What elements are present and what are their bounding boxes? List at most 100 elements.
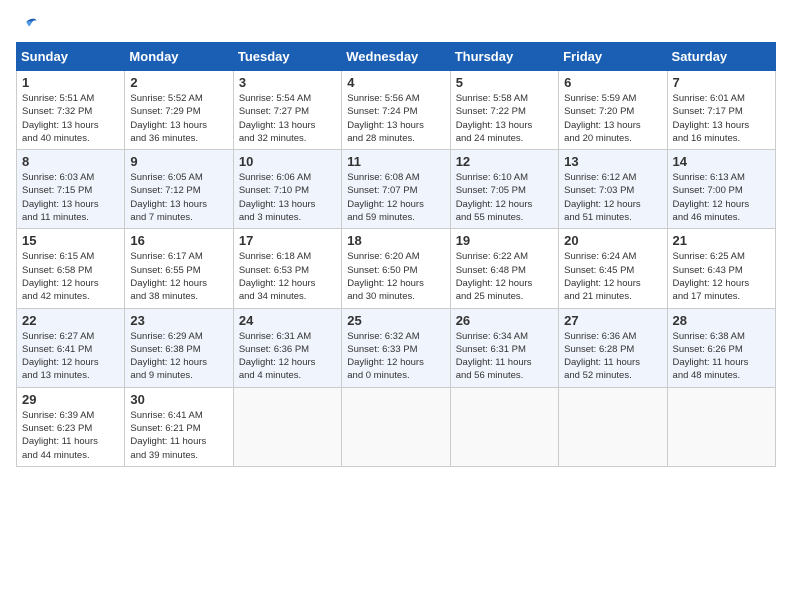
calendar-cell: [559, 387, 667, 466]
calendar-cell: 11 Sunrise: 6:08 AM Sunset: 7:07 PM Dayli…: [342, 150, 450, 229]
day-info: Sunrise: 6:31 AM Sunset: 6:36 PM Dayligh…: [239, 330, 336, 383]
day-info: Sunrise: 6:20 AM Sunset: 6:50 PM Dayligh…: [347, 250, 444, 303]
calendar-cell: 2 Sunrise: 5:52 AM Sunset: 7:29 PM Daylig…: [125, 71, 233, 150]
calendar-cell: 20 Sunrise: 6:24 AM Sunset: 6:45 PM Dayli…: [559, 229, 667, 308]
day-info: Sunrise: 5:56 AM Sunset: 7:24 PM Dayligh…: [347, 92, 444, 145]
day-info: Sunrise: 6:34 AM Sunset: 6:31 PM Dayligh…: [456, 330, 553, 383]
day-info: Sunrise: 5:58 AM Sunset: 7:22 PM Dayligh…: [456, 92, 553, 145]
day-number: 29: [22, 392, 119, 407]
day-number: 15: [22, 233, 119, 248]
day-number: 16: [130, 233, 227, 248]
day-number: 19: [456, 233, 553, 248]
calendar-cell: 15 Sunrise: 6:15 AM Sunset: 6:58 PM Dayli…: [17, 229, 125, 308]
calendar-cell: 26 Sunrise: 6:34 AM Sunset: 6:31 PM Dayli…: [450, 308, 558, 387]
day-header-saturday: Saturday: [667, 43, 775, 71]
day-info: Sunrise: 6:36 AM Sunset: 6:28 PM Dayligh…: [564, 330, 661, 383]
day-info: Sunrise: 6:22 AM Sunset: 6:48 PM Dayligh…: [456, 250, 553, 303]
day-info: Sunrise: 6:15 AM Sunset: 6:58 PM Dayligh…: [22, 250, 119, 303]
calendar-cell: 19 Sunrise: 6:22 AM Sunset: 6:48 PM Dayli…: [450, 229, 558, 308]
day-number: 17: [239, 233, 336, 248]
day-info: Sunrise: 6:24 AM Sunset: 6:45 PM Dayligh…: [564, 250, 661, 303]
calendar-cell: 7 Sunrise: 6:01 AM Sunset: 7:17 PM Daylig…: [667, 71, 775, 150]
day-number: 26: [456, 313, 553, 328]
page-header: [16, 16, 776, 34]
day-number: 11: [347, 154, 444, 169]
day-number: 4: [347, 75, 444, 90]
day-number: 10: [239, 154, 336, 169]
day-header-tuesday: Tuesday: [233, 43, 341, 71]
logo-bird-icon: [16, 16, 38, 34]
calendar-cell: 24 Sunrise: 6:31 AM Sunset: 6:36 PM Dayli…: [233, 308, 341, 387]
day-info: Sunrise: 6:18 AM Sunset: 6:53 PM Dayligh…: [239, 250, 336, 303]
calendar-cell: 3 Sunrise: 5:54 AM Sunset: 7:27 PM Daylig…: [233, 71, 341, 150]
day-header-sunday: Sunday: [17, 43, 125, 71]
calendar-cell: [342, 387, 450, 466]
day-info: Sunrise: 6:25 AM Sunset: 6:43 PM Dayligh…: [673, 250, 770, 303]
calendar-cell: 4 Sunrise: 5:56 AM Sunset: 7:24 PM Daylig…: [342, 71, 450, 150]
calendar-table: SundayMondayTuesdayWednesdayThursdayFrid…: [16, 42, 776, 467]
day-number: 3: [239, 75, 336, 90]
day-number: 9: [130, 154, 227, 169]
day-number: 6: [564, 75, 661, 90]
calendar-cell: 17 Sunrise: 6:18 AM Sunset: 6:53 PM Dayli…: [233, 229, 341, 308]
day-header-monday: Monday: [125, 43, 233, 71]
day-info: Sunrise: 6:06 AM Sunset: 7:10 PM Dayligh…: [239, 171, 336, 224]
calendar-cell: 18Sunrise: 6:20 AM Sunset: 6:50 PM Dayli…: [342, 229, 450, 308]
day-info: Sunrise: 6:38 AM Sunset: 6:26 PM Dayligh…: [673, 330, 770, 383]
day-number: 21: [673, 233, 770, 248]
calendar-cell: 23 Sunrise: 6:29 AM Sunset: 6:38 PM Dayli…: [125, 308, 233, 387]
day-info: Sunrise: 6:01 AM Sunset: 7:17 PM Dayligh…: [673, 92, 770, 145]
calendar-cell: 8 Sunrise: 6:03 AM Sunset: 7:15 PM Daylig…: [17, 150, 125, 229]
day-info: Sunrise: 6:13 AM Sunset: 7:00 PM Dayligh…: [673, 171, 770, 224]
day-number: 25: [347, 313, 444, 328]
day-info: Sunrise: 6:17 AM Sunset: 6:55 PM Dayligh…: [130, 250, 227, 303]
day-info: Sunrise: 6:03 AM Sunset: 7:15 PM Dayligh…: [22, 171, 119, 224]
day-info: Sunrise: 6:10 AM Sunset: 7:05 PM Dayligh…: [456, 171, 553, 224]
day-number: 2: [130, 75, 227, 90]
day-info: Sunrise: 6:41 AM Sunset: 6:21 PM Dayligh…: [130, 409, 227, 462]
day-number: 7: [673, 75, 770, 90]
calendar-cell: 13 Sunrise: 6:12 AM Sunset: 7:03 PM Dayli…: [559, 150, 667, 229]
day-info: Sunrise: 5:51 AM Sunset: 7:32 PM Dayligh…: [22, 92, 119, 145]
day-number: 27: [564, 313, 661, 328]
day-number: 8: [22, 154, 119, 169]
logo: [16, 16, 40, 34]
calendar-cell: 21 Sunrise: 6:25 AM Sunset: 6:43 PM Dayli…: [667, 229, 775, 308]
day-number: 23: [130, 313, 227, 328]
day-info: Sunrise: 5:54 AM Sunset: 7:27 PM Dayligh…: [239, 92, 336, 145]
day-number: 1: [22, 75, 119, 90]
day-info: Sunrise: 6:08 AM Sunset: 7:07 PM Dayligh…: [347, 171, 444, 224]
calendar-cell: 6 Sunrise: 5:59 AM Sunset: 7:20 PM Daylig…: [559, 71, 667, 150]
day-info: Sunrise: 6:39 AM Sunset: 6:23 PM Dayligh…: [22, 409, 119, 462]
calendar-cell: 29 Sunrise: 6:39 AM Sunset: 6:23 PM Dayli…: [17, 387, 125, 466]
day-header-friday: Friday: [559, 43, 667, 71]
day-info: Sunrise: 5:52 AM Sunset: 7:29 PM Dayligh…: [130, 92, 227, 145]
day-number: 12: [456, 154, 553, 169]
day-header-wednesday: Wednesday: [342, 43, 450, 71]
calendar-cell: 16 Sunrise: 6:17 AM Sunset: 6:55 PM Dayli…: [125, 229, 233, 308]
day-info: Sunrise: 6:32 AM Sunset: 6:33 PM Dayligh…: [347, 330, 444, 383]
calendar-cell: 22 Sunrise: 6:27 AM Sunset: 6:41 PM Dayli…: [17, 308, 125, 387]
calendar-cell: 12 Sunrise: 6:10 AM Sunset: 7:05 PM Dayli…: [450, 150, 558, 229]
day-number: 30: [130, 392, 227, 407]
calendar-cell: 27 Sunrise: 6:36 AM Sunset: 6:28 PM Dayli…: [559, 308, 667, 387]
calendar-cell: 30 Sunrise: 6:41 AM Sunset: 6:21 PM Dayli…: [125, 387, 233, 466]
calendar-cell: [233, 387, 341, 466]
calendar-cell: 28Sunrise: 6:38 AM Sunset: 6:26 PM Dayli…: [667, 308, 775, 387]
day-header-thursday: Thursday: [450, 43, 558, 71]
calendar-cell: 1 Sunrise: 5:51 AM Sunset: 7:32 PM Daylig…: [17, 71, 125, 150]
calendar-cell: 10 Sunrise: 6:06 AM Sunset: 7:10 PM Dayli…: [233, 150, 341, 229]
calendar-cell: 5Sunrise: 5:58 AM Sunset: 7:22 PM Daylig…: [450, 71, 558, 150]
day-info: Sunrise: 6:29 AM Sunset: 6:38 PM Dayligh…: [130, 330, 227, 383]
day-info: Sunrise: 6:12 AM Sunset: 7:03 PM Dayligh…: [564, 171, 661, 224]
day-info: Sunrise: 6:27 AM Sunset: 6:41 PM Dayligh…: [22, 330, 119, 383]
day-number: 22: [22, 313, 119, 328]
day-info: Sunrise: 5:59 AM Sunset: 7:20 PM Dayligh…: [564, 92, 661, 145]
day-number: 20: [564, 233, 661, 248]
day-number: 24: [239, 313, 336, 328]
calendar-cell: 25 Sunrise: 6:32 AM Sunset: 6:33 PM Dayli…: [342, 308, 450, 387]
day-number: 13: [564, 154, 661, 169]
day-info: Sunrise: 6:05 AM Sunset: 7:12 PM Dayligh…: [130, 171, 227, 224]
day-number: 14: [673, 154, 770, 169]
calendar-cell: [667, 387, 775, 466]
